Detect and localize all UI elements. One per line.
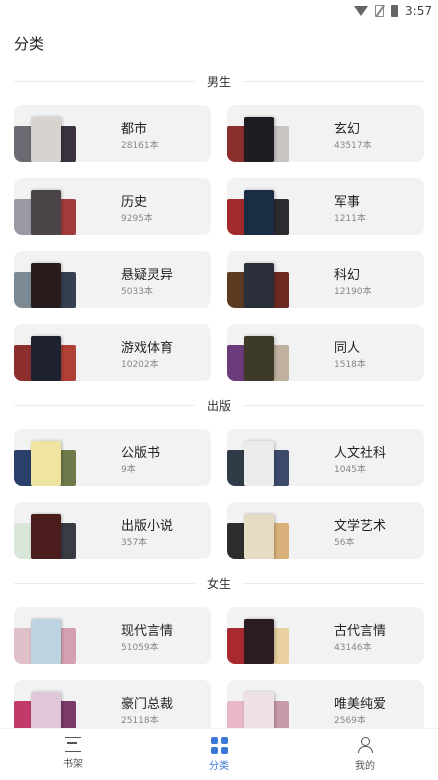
category-name: 军事: [334, 195, 361, 210]
book-cover: [244, 117, 274, 162]
section-header-female: 女生: [14, 575, 425, 591]
category-name: 文学艺术: [334, 519, 387, 534]
book-count: 10202本: [121, 360, 159, 370]
category-name: 历史: [121, 195, 148, 210]
status-bar: 3:57: [0, 0, 438, 22]
book-cover: [31, 441, 61, 486]
tab-mine[interactable]: 我的: [292, 729, 438, 780]
bottom-tab-bar: 书架 分类 我的: [0, 728, 438, 780]
book-covers: [14, 514, 104, 559]
user-icon: [357, 737, 373, 754]
category-card[interactable]: 现代言情 51059本: [14, 607, 211, 664]
book-covers: [14, 336, 104, 381]
book-covers: [227, 336, 317, 381]
book-count: 28161本: [121, 141, 159, 151]
category-name: 现代言情: [121, 624, 174, 639]
book-covers: [14, 441, 104, 486]
category-name: 玄幻: [334, 122, 361, 137]
category-card[interactable]: 都市 28161本: [14, 105, 211, 162]
book-covers: [227, 117, 317, 162]
tab-label: 我的: [355, 761, 375, 772]
book-count: 1518本: [334, 360, 366, 370]
status-clock: 3:57: [405, 4, 432, 18]
category-name: 唯美纯爱: [334, 697, 387, 712]
category-name: 游戏体育: [121, 341, 174, 356]
section-label: 女生: [207, 576, 232, 591]
category-card[interactable]: 文学艺术 56本: [227, 502, 424, 559]
book-covers: [227, 514, 317, 559]
category-card[interactable]: 公版书 9本: [14, 429, 211, 486]
tab-category[interactable]: 分类: [146, 729, 292, 780]
category-card[interactable]: 出版小说 357本: [14, 502, 211, 559]
category-name: 豪门总裁: [121, 697, 174, 712]
category-card[interactable]: 玄幻 43517本: [227, 105, 424, 162]
category-card[interactable]: 游戏体育 10202本: [14, 324, 211, 381]
section-label: 男生: [207, 74, 232, 89]
category-name: 公版书: [121, 446, 161, 461]
category-card[interactable]: 古代言情 43146本: [227, 607, 424, 664]
category-name: 都市: [121, 122, 148, 137]
book-covers: [227, 441, 317, 486]
book-cover: [244, 263, 274, 308]
book-count: 1045本: [334, 465, 366, 475]
book-cover: [244, 190, 274, 235]
book-count: 43146本: [334, 643, 372, 653]
book-cover: [244, 336, 274, 381]
category-name: 出版小说: [121, 519, 174, 534]
tab-label: 书架: [63, 759, 83, 770]
book-covers: [227, 190, 317, 235]
book-count: 25118本: [121, 716, 159, 726]
category-card[interactable]: 同人 1518本: [227, 324, 424, 381]
book-cover: [244, 514, 274, 559]
category-name: 人文社科: [334, 446, 387, 461]
book-covers: [14, 263, 104, 308]
section-label: 出版: [207, 398, 232, 413]
book-cover: [31, 117, 61, 162]
section-header-male: 男生: [14, 73, 425, 89]
book-count: 12190本: [334, 287, 372, 297]
book-cover: [31, 263, 61, 308]
book-cover: [31, 336, 61, 381]
book-cover: [31, 514, 61, 559]
no-sim-icon: [375, 5, 385, 17]
category-card[interactable]: 悬疑灵异 5033本: [14, 251, 211, 308]
category-card[interactable]: 军事 1211本: [227, 178, 424, 235]
book-cover: [244, 441, 274, 486]
book-covers: [14, 619, 104, 664]
book-count: 9本: [121, 465, 136, 475]
page-title: 分类: [14, 35, 45, 53]
book-count: 51059本: [121, 643, 159, 653]
book-count: 56本: [334, 538, 355, 548]
category-grid-icon: [210, 737, 228, 754]
book-cover: [31, 190, 61, 235]
book-count: 357本: [121, 538, 148, 548]
tab-label: 分类: [209, 761, 229, 772]
category-card[interactable]: 历史 9295本: [14, 178, 211, 235]
book-count: 5033本: [121, 287, 153, 297]
category-name: 古代言情: [334, 624, 387, 639]
category-name: 科幻: [334, 268, 361, 283]
category-card[interactable]: 人文社科 1045本: [227, 429, 424, 486]
book-count: 9295本: [121, 214, 153, 224]
book-cover: [31, 619, 61, 664]
book-covers: [14, 117, 104, 162]
category-card[interactable]: 科幻 12190本: [227, 251, 424, 308]
category-name: 悬疑灵异: [121, 268, 174, 283]
bookshelf-icon: [65, 737, 81, 752]
book-count: 43517本: [334, 141, 372, 151]
book-covers: [227, 619, 317, 664]
tab-bookshelf[interactable]: 书架: [0, 729, 146, 780]
wifi-icon: [354, 6, 369, 16]
section-header-publish: 出版: [14, 397, 425, 413]
book-cover: [244, 619, 274, 664]
battery-icon: [391, 5, 399, 17]
book-covers: [227, 263, 317, 308]
book-count: 2569本: [334, 716, 366, 726]
book-covers: [14, 190, 104, 235]
category-name: 同人: [334, 341, 361, 356]
book-count: 1211本: [334, 214, 366, 224]
